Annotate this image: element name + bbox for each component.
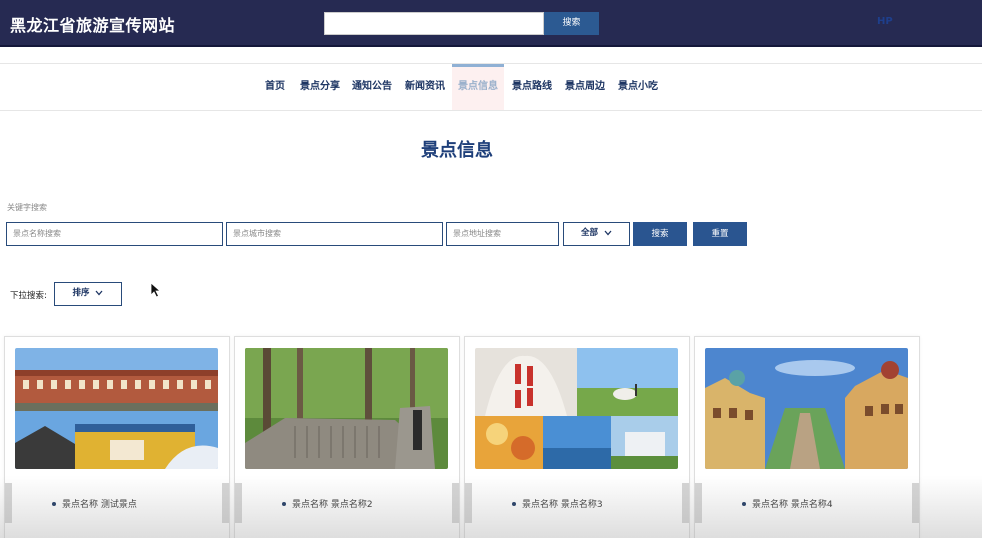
chevron-down-icon <box>95 290 103 295</box>
nav-item-snacks[interactable]: 景点小吃 <box>618 64 658 110</box>
main-nav: 首页 景点分享 通知公告 新闻资讯 景点信息 景点路线 景点周边 景点小吃 <box>0 63 982 111</box>
card-edge <box>695 483 702 523</box>
card-edge <box>5 483 12 523</box>
card-edge <box>452 483 459 523</box>
spot-card[interactable]: 景点名称 景点名称2 <box>234 336 460 538</box>
bullet-icon <box>742 501 746 506</box>
category-select[interactable]: 全部 <box>563 222 630 246</box>
top-header: 黑龙江省旅游宣传网站 搜索 HP <box>0 0 982 47</box>
address-search-input[interactable]: 景点地址搜索 <box>446 222 559 246</box>
nav-item-home[interactable]: 首页 <box>265 64 285 110</box>
bullet-icon <box>52 501 56 506</box>
spot-photo-collage[interactable] <box>475 348 678 469</box>
bullet-icon <box>282 501 286 506</box>
card-edge <box>465 483 472 523</box>
spot-card[interactable]: 景点名称 景点名称4 <box>694 336 920 538</box>
spot-card-name[interactable]: 景点名称 景点名称4 <box>742 497 833 510</box>
site-title[interactable]: 黑龙江省旅游宣传网站 <box>10 12 175 36</box>
header-right-link[interactable]: HP <box>877 16 893 27</box>
page-title: 景点信息 <box>421 140 493 161</box>
sort-select[interactable]: 排序 <box>54 282 122 306</box>
search-button[interactable]: 搜索 <box>633 222 687 246</box>
spot-card-name[interactable]: 景点名称 测试景点 <box>52 497 137 510</box>
name-search-input[interactable]: 景点名称搜索 <box>6 222 223 246</box>
bullet-icon <box>512 501 516 506</box>
spot-card-name-text: 景点名称 景点名称2 <box>292 500 373 510</box>
nav-item-routes[interactable]: 景点路线 <box>512 64 552 110</box>
nav-item-nearby[interactable]: 景点周边 <box>565 64 605 110</box>
category-select-value: 全部 <box>581 228 599 238</box>
card-edge <box>235 483 242 523</box>
nav-item-notices[interactable]: 通知公告 <box>352 64 392 110</box>
spot-photo-old-street[interactable] <box>705 348 908 469</box>
card-edge <box>222 483 229 523</box>
spot-card[interactable]: 景点名称 景点名称3 <box>464 336 690 538</box>
reset-button[interactable]: 重置 <box>693 222 747 246</box>
nav-item-spot-info[interactable]: 景点信息 <box>452 64 504 110</box>
sort-label: 下拉搜索: <box>10 291 47 301</box>
top-search-input[interactable] <box>324 12 544 35</box>
spot-card-name[interactable]: 景点名称 景点名称2 <box>282 497 373 510</box>
spot-card-name-text: 景点名称 景点名称3 <box>522 500 603 510</box>
spot-card-name[interactable]: 景点名称 景点名称3 <box>512 497 603 510</box>
spot-card-name-text: 景点名称 景点名称4 <box>752 500 833 510</box>
chevron-down-icon <box>604 230 612 235</box>
mouse-cursor-icon <box>150 282 162 298</box>
spot-card-name-text: 景点名称 测试景点 <box>62 500 137 510</box>
sort-select-value: 排序 <box>72 288 90 298</box>
nav-item-news[interactable]: 新闻资讯 <box>405 64 445 110</box>
spot-photo-brick-factory[interactable] <box>15 348 218 469</box>
city-search-input[interactable]: 景点城市搜索 <box>226 222 443 246</box>
top-search-button[interactable]: 搜索 <box>544 12 599 35</box>
card-edge <box>912 483 919 523</box>
keyword-search-label: 关键字搜索 <box>7 203 47 212</box>
spot-photo-forest-stone[interactable] <box>245 348 448 469</box>
spot-card[interactable]: 景点名称 测试景点 <box>4 336 230 538</box>
nav-item-spot-sharing[interactable]: 景点分享 <box>300 64 340 110</box>
card-edge <box>682 483 689 523</box>
